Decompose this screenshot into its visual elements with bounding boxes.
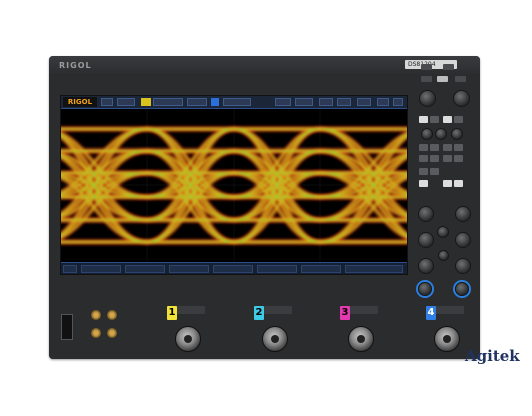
trigger-knob[interactable] — [418, 258, 434, 274]
agitek-watermark: Agitek — [465, 347, 520, 365]
panel-button[interactable] — [454, 155, 463, 162]
control-panel — [413, 60, 475, 296]
channel-4-position-knob[interactable] — [455, 282, 469, 296]
menu-chip[interactable] — [393, 98, 403, 106]
eye-diagram-plot — [61, 109, 407, 262]
channel-4-badge: 4 — [426, 306, 436, 320]
run-stop-button[interactable] — [437, 76, 448, 82]
channel-1-badge: 1 — [167, 306, 177, 320]
panel-button[interactable] — [454, 116, 463, 123]
horizontal-knob[interactable] — [437, 226, 449, 238]
vertical-position-knob[interactable] — [455, 232, 471, 248]
display-screen[interactable]: RIGOL — [60, 95, 408, 275]
menu-chip[interactable] — [357, 98, 371, 106]
probe-plate-1 — [175, 306, 205, 314]
menu-chip[interactable] — [319, 98, 333, 106]
info-cell[interactable] — [257, 265, 297, 273]
aux-bnc-connector[interactable] — [107, 310, 117, 320]
info-cell[interactable] — [169, 265, 209, 273]
panel-button[interactable] — [419, 180, 428, 187]
menu-chip[interactable] — [223, 98, 251, 106]
info-cell[interactable] — [63, 265, 77, 273]
small-knob[interactable] — [451, 128, 463, 140]
menu-chip[interactable] — [153, 98, 183, 106]
front-connector-panel: 1 2 3 4 — [49, 302, 480, 359]
info-cell[interactable] — [81, 265, 121, 273]
menu-chip[interactable] — [117, 98, 135, 106]
panel-button[interactable] — [421, 76, 432, 82]
channel-3-badge: 3 — [340, 306, 350, 320]
info-cell[interactable] — [213, 265, 253, 273]
vertical-position-knob[interactable] — [418, 232, 434, 248]
brand-label: RIGOL — [59, 61, 92, 70]
aux-bnc-connector[interactable] — [91, 310, 101, 320]
panel-button[interactable] — [421, 64, 432, 70]
panel-button[interactable] — [443, 64, 454, 70]
panel-button[interactable] — [443, 116, 452, 123]
panel-button[interactable] — [419, 155, 428, 162]
usb-port[interactable] — [61, 314, 73, 340]
panel-button[interactable] — [419, 144, 428, 151]
probe-plate-4 — [434, 306, 464, 314]
vertical-scale-knob[interactable] — [455, 206, 471, 222]
probe-plate-3 — [348, 306, 378, 314]
panel-button[interactable] — [430, 116, 439, 123]
small-knob[interactable] — [438, 250, 449, 261]
channel-2-input[interactable] — [262, 326, 288, 352]
aux-bnc-connector[interactable] — [91, 328, 101, 338]
channel-2-badge: 2 — [254, 306, 264, 320]
menu-chip[interactable] — [275, 98, 291, 106]
info-cell[interactable] — [301, 265, 341, 273]
info-cell[interactable] — [125, 265, 165, 273]
menu-chip[interactable] — [377, 98, 389, 106]
channel-1-chip[interactable] — [141, 98, 151, 106]
multipurpose-knob[interactable] — [453, 90, 470, 107]
panel-button[interactable] — [454, 144, 463, 151]
channel-4-input[interactable] — [434, 326, 460, 352]
panel-button[interactable] — [443, 144, 452, 151]
menu-chip[interactable] — [337, 98, 351, 106]
status-bar: RIGOL — [61, 96, 407, 109]
panel-button[interactable] — [419, 116, 428, 123]
panel-button[interactable] — [430, 144, 439, 151]
probe-plate-2 — [262, 306, 292, 314]
channel-3-input[interactable] — [348, 326, 374, 352]
bottom-info-bar — [61, 262, 407, 274]
menu-chip[interactable] — [101, 98, 113, 106]
channel-4-scale-knob[interactable] — [418, 282, 432, 296]
menu-chip[interactable] — [295, 98, 313, 106]
info-cell[interactable] — [345, 265, 403, 273]
multipurpose-knob[interactable] — [419, 90, 436, 107]
menu-chip[interactable] — [187, 98, 207, 106]
panel-button[interactable] — [454, 180, 463, 187]
small-knob[interactable] — [421, 128, 433, 140]
vertical-scale-knob[interactable] — [418, 206, 434, 222]
aux-bnc-connector[interactable] — [107, 328, 117, 338]
panel-button[interactable] — [430, 155, 439, 162]
trigger-level-knob[interactable] — [455, 258, 471, 274]
panel-button[interactable] — [455, 76, 466, 82]
panel-button[interactable] — [430, 168, 439, 175]
small-knob[interactable] — [435, 128, 447, 140]
panel-button[interactable] — [419, 168, 428, 175]
panel-button[interactable] — [443, 155, 452, 162]
channel-4-chip[interactable] — [211, 98, 219, 106]
rigol-logo: RIGOL — [63, 97, 97, 107]
channel-1-input[interactable] — [175, 326, 201, 352]
panel-button[interactable] — [443, 180, 452, 187]
